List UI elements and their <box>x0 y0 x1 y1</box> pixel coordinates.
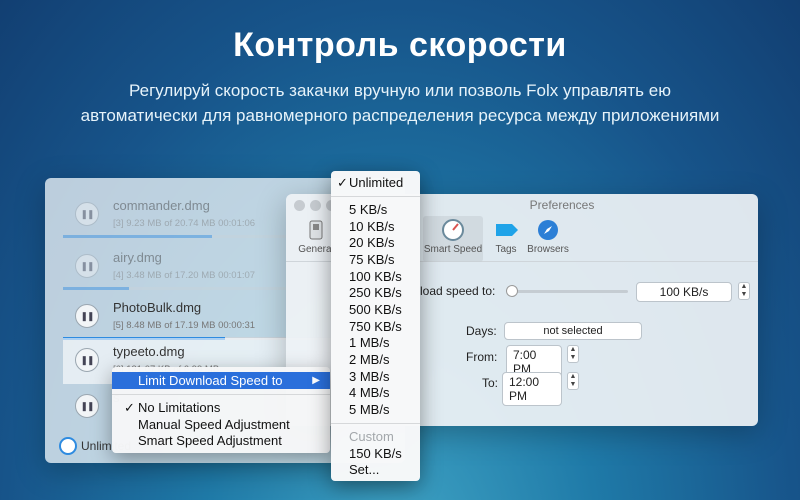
speed-option[interactable]: 10 KB/s <box>331 219 420 235</box>
days-label: Days: <box>466 324 497 338</box>
speed-option[interactable]: 5 KB/s <box>331 202 420 218</box>
hero-subtitle-line2: автоматически для равномерного распредел… <box>80 106 720 125</box>
speed-option[interactable]: 3 MB/s <box>331 369 420 385</box>
speed-option[interactable]: 2 MB/s <box>331 352 420 368</box>
speed-option[interactable]: 5 MB/s <box>331 402 420 418</box>
pause-icon[interactable]: ❚❚ <box>75 348 99 372</box>
download-info: [5] 8.48 MB of 17.19 MB 00:00:31 <box>113 320 256 331</box>
menu-item-smart-speed-label: Smart Speed Adjustment <box>138 433 282 448</box>
tab-tags-label: Tags <box>495 244 517 255</box>
from-time-stepper[interactable]: ▲ ▼ <box>567 345 579 363</box>
speed-slider[interactable] <box>508 290 628 293</box>
menu-item-limit-speed-label: Limit Download Speed to <box>138 373 283 388</box>
days-select[interactable]: not selected <box>504 322 642 340</box>
speed-option[interactable]: 100 KB/s <box>331 269 420 285</box>
checkmark-icon: ✓ <box>124 400 135 415</box>
speed-option-custom[interactable]: 150 KB/s <box>331 446 420 462</box>
menu-item-manual-speed-label: Manual Speed Adjustment <box>138 417 290 432</box>
hero-subtitle-line1: Регулируй скорость закачки вручную или п… <box>129 81 671 100</box>
speed-option[interactable]: 20 KB/s <box>331 235 420 251</box>
pause-icon[interactable]: ❚❚ <box>75 394 99 418</box>
submenu-arrow-icon: ▶ <box>312 375 320 386</box>
speed-option[interactable]: 75 KB/s <box>331 252 420 268</box>
download-name: typeeto.dmg <box>113 344 185 359</box>
to-time-stepper[interactable]: ▲ ▼ <box>567 372 579 390</box>
speed-stepper[interactable]: ▲ ▼ <box>738 282 750 300</box>
speed-label: load speed to: <box>420 284 496 298</box>
download-name: commander.dmg <box>113 198 210 213</box>
to-label: To: <box>482 376 499 390</box>
menu-separator <box>331 423 420 424</box>
gauge-icon <box>441 218 465 242</box>
speed-slider-knob[interactable] <box>506 285 518 297</box>
speed-option[interactable]: 750 KB/s <box>331 319 420 335</box>
tag-icon <box>494 218 518 242</box>
checkmark-icon: ✓ <box>337 175 348 190</box>
minimize-window-button[interactable] <box>310 200 321 211</box>
tab-smart-speed[interactable]: Smart Speed <box>423 216 483 262</box>
gauge-icon <box>59 437 77 455</box>
compass-icon <box>536 218 560 242</box>
speed-option-unlimited[interactable]: ✓ Unlimited <box>331 175 420 191</box>
pause-icon[interactable]: ❚❚ <box>75 254 99 278</box>
tab-browsers[interactable]: Browsers <box>518 216 578 255</box>
switch-icon <box>304 218 328 242</box>
speed-option[interactable]: 4 MB/s <box>331 385 420 401</box>
preferences-title: Preferences <box>529 198 595 212</box>
download-info: [4] 3.48 MB of 17.20 MB 00:01:07 <box>113 270 256 281</box>
from-label: From: <box>466 350 498 364</box>
speed-option[interactable]: 1 MB/s <box>331 335 420 351</box>
menu-separator <box>112 394 330 395</box>
speed-option[interactable]: 500 KB/s <box>331 302 420 318</box>
menu-item-manual-speed[interactable]: Manual Speed Adjustment <box>112 416 330 433</box>
speed-submenu: ✓ Unlimited 5 KB/s 10 KB/s 20 KB/s 75 KB… <box>331 171 420 481</box>
pause-icon[interactable]: ❚❚ <box>75 202 99 226</box>
pause-icon[interactable]: ❚❚ <box>75 304 99 328</box>
tab-browsers-label: Browsers <box>527 244 569 255</box>
to-time-field[interactable]: 12:00 PM <box>502 372 562 406</box>
speed-custom-header: Custom <box>349 429 394 444</box>
menu-separator <box>331 196 420 197</box>
tab-general-label: General <box>298 244 334 255</box>
speed-option-label: Unlimited <box>349 175 404 190</box>
hero-subtitle: Регулируй скорость закачки вручную или п… <box>20 78 780 128</box>
speed-option-set[interactable]: Set... <box>331 462 420 478</box>
speed-option[interactable]: 250 KB/s <box>331 285 420 301</box>
menu-item-no-limitations-label: No Limitations <box>138 400 221 415</box>
context-menu: Limit Download Speed to ▶ ✓ No Limitatio… <box>112 367 330 453</box>
menu-item-smart-speed[interactable]: Smart Speed Adjustment <box>112 432 330 449</box>
hero-title: Контроль скорости <box>233 26 567 64</box>
menu-item-limit-speed[interactable]: Limit Download Speed to ▶ <box>112 372 330 389</box>
speed-value-field[interactable]: 100 KB/s <box>636 282 732 302</box>
close-window-button[interactable] <box>294 200 305 211</box>
download-name: PhotoBulk.dmg <box>113 300 202 315</box>
download-info: [3] 9.23 MB of 20.74 MB 00:01:06 <box>113 218 256 229</box>
download-name: airy.dmg <box>113 250 162 265</box>
menu-item-no-limitations[interactable]: ✓ No Limitations <box>112 399 330 416</box>
tab-smart-speed-label: Smart Speed <box>423 244 483 255</box>
